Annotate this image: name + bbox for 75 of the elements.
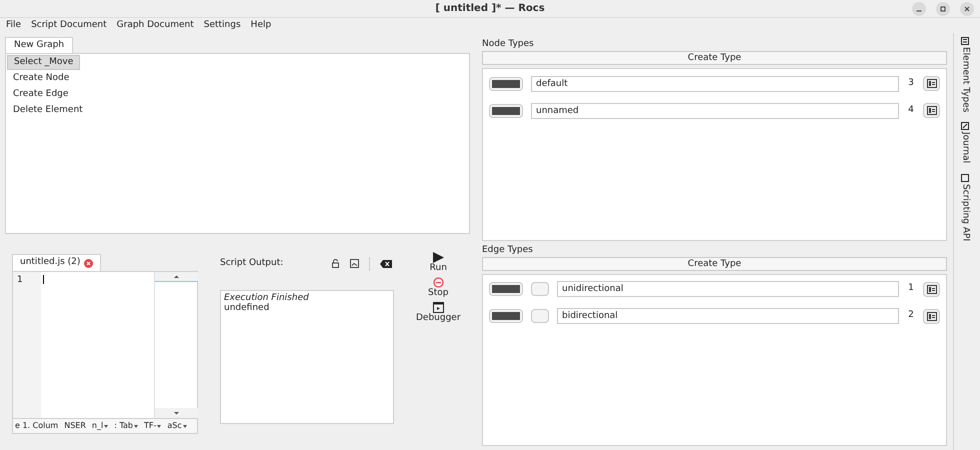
menu-item[interactable]: Help — [250, 18, 272, 32]
maximize-button[interactable] — [936, 2, 950, 16]
type-id: 1 — [907, 282, 915, 296]
caret-icon — [157, 424, 162, 428]
properties-button[interactable] — [923, 282, 940, 296]
menu-item[interactable]: File — [6, 18, 22, 32]
side-tab[interactable]: Journal — [958, 122, 972, 164]
properties-icon — [926, 79, 936, 88]
type-name-field[interactable]: unnamed — [531, 102, 899, 118]
caret-icon — [134, 424, 138, 428]
type-id: 3 — [907, 76, 915, 90]
section-title: Node Types — [482, 38, 535, 51]
picture-frame-icon[interactable] — [350, 259, 359, 268]
status-item[interactable]: TF- — [144, 420, 162, 432]
clear-icon[interactable] — [380, 260, 392, 268]
color-button[interactable] — [489, 76, 523, 90]
close-icon — [84, 258, 94, 268]
status-item[interactable]: aSc — [167, 420, 187, 432]
stop-icon — [432, 277, 444, 288]
properties-button[interactable] — [923, 308, 940, 324]
list-icon — [960, 37, 968, 45]
section-title: Edge Types — [482, 244, 534, 256]
properties-button[interactable] — [923, 103, 940, 118]
status-item[interactable]: e 1. Colum — [15, 420, 58, 432]
tool-button[interactable]: Select _Move — [7, 55, 80, 70]
status-item[interactable]: : Tab — [114, 420, 138, 432]
file-tab[interactable]: untitled.js (2) — [12, 254, 102, 271]
color-button[interactable] — [489, 309, 523, 323]
menu-item[interactable]: Graph Document — [116, 18, 194, 32]
side-tab[interactable]: Scripting API — [958, 174, 972, 241]
output-line: undefined — [224, 303, 270, 313]
stop-button[interactable]: Stop — [428, 277, 449, 299]
output-line: Execution Finished — [224, 293, 310, 303]
menu-item[interactable]: Script Document — [31, 18, 107, 32]
debugger-button[interactable]: Debugger — [416, 302, 461, 324]
menu-item[interactable]: Settings — [204, 18, 241, 32]
square-icon — [960, 174, 968, 182]
line-number: 1 — [17, 274, 24, 287]
lock-icon[interactable] — [331, 259, 340, 268]
window-title: [ untitled ]* — Rocs — [435, 2, 545, 16]
play-icon — [432, 252, 444, 263]
properties-icon — [926, 284, 936, 294]
type-name-field[interactable]: unidirectional — [557, 281, 899, 297]
minimize-button[interactable] — [912, 2, 926, 16]
minimap-scrollbar[interactable] — [154, 272, 197, 418]
script-output-label: Script Output: — [220, 256, 284, 270]
properties-icon — [926, 312, 936, 320]
type-id: 2 — [907, 309, 915, 322]
close-button[interactable] — [960, 2, 974, 16]
caret-icon — [182, 424, 187, 428]
debug-window-icon — [432, 302, 444, 313]
scroll-up-icon — [155, 272, 198, 282]
graph-tab[interactable]: New Graph — [5, 37, 74, 53]
properties-icon — [926, 106, 936, 115]
color-button[interactable] — [489, 282, 523, 296]
tool-button[interactable]: Create Edge — [7, 87, 74, 102]
maximize-icon — [940, 6, 946, 12]
type-id: 4 — [907, 104, 915, 117]
create-type-button[interactable]: Create Type — [482, 51, 947, 65]
status-item[interactable]: n_l — [92, 420, 108, 432]
tool-button[interactable]: Delete Element — [7, 103, 89, 118]
close-icon — [964, 6, 970, 12]
side-tab[interactable]: Element Types — [958, 37, 972, 112]
color-button[interactable] — [489, 104, 523, 118]
type-name-field[interactable]: default — [531, 76, 899, 92]
text-cursor — [43, 275, 44, 284]
tool-button[interactable]: Create Node — [7, 71, 76, 86]
properties-button[interactable] — [923, 76, 940, 91]
caret-icon — [104, 424, 108, 428]
notebook-icon — [960, 122, 968, 130]
status-item[interactable]: NSER — [64, 420, 86, 432]
type-name-field[interactable]: bidirectional — [557, 308, 899, 324]
run-button[interactable]: Run — [430, 252, 447, 274]
code-editor[interactable]: 1 — [12, 271, 198, 419]
create-type-button[interactable]: Create Type — [482, 256, 947, 270]
